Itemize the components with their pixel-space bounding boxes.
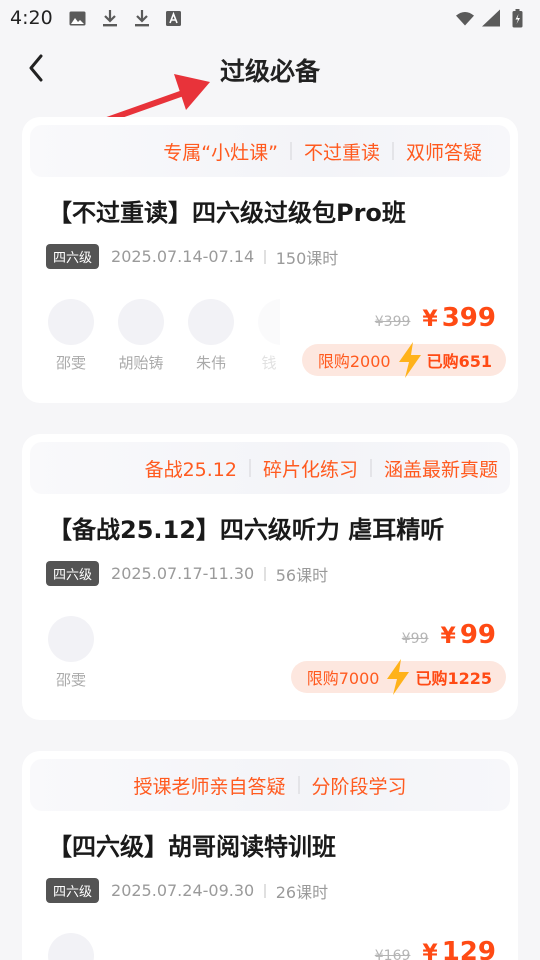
course-title: 【备战25.12】四六级听力 虐耳精听 — [48, 516, 445, 544]
avatar — [118, 299, 164, 345]
price-value: 99 — [459, 620, 496, 650]
notification-icons — [69, 9, 183, 27]
price-row: ¥169 ¥129 — [375, 937, 496, 960]
level-badge: 四六级 — [46, 878, 100, 903]
original-price: ¥169 — [374, 948, 411, 960]
teacher-list — [48, 933, 94, 960]
course-tag: 专属“小灶课” — [163, 141, 278, 164]
level-badge: 四六级 — [46, 244, 100, 269]
price-value: 129 — [441, 937, 496, 960]
course-hours: 26课时 — [275, 882, 329, 902]
course-tag: 备战25.12 — [144, 458, 237, 481]
course-meta: 四六级 2025.07.17-11.30 56课时 — [46, 561, 328, 586]
lightning-icon — [398, 342, 421, 378]
course-tag: 分阶段学习 — [311, 775, 407, 798]
course-tags: 备战25.12 碎片化练习 涵盖最新真题 — [30, 442, 510, 494]
currency-symbol: ¥ — [422, 941, 438, 960]
course-title: 【不过重读】四六级过级包Pro班 — [48, 199, 406, 227]
course-hours: 150课时 — [275, 248, 339, 268]
price: ¥99 — [441, 620, 497, 650]
level-badge: 四六级 — [46, 561, 100, 586]
course-tag: 碎片化练习 — [262, 458, 358, 481]
purchase-status: 限购2000 已购651 — [301, 342, 506, 378]
course-card[interactable]: 专属“小灶课” 不过重读 双师答疑 【不过重读】四六级过级包Pro班 四六级 2… — [22, 117, 518, 403]
battery-icon — [508, 8, 526, 27]
course-meta: 四六级 2025.07.24-09.30 26课时 — [46, 878, 328, 903]
price: ¥399 — [422, 303, 496, 333]
currency-symbol: ¥ — [440, 624, 456, 649]
purchase-limit: 限购2000 — [317, 352, 391, 371]
a-box-icon — [165, 9, 183, 27]
course-dates: 2025.07.14-07.14 — [111, 247, 255, 266]
course-title: 【四六级】胡哥阅读特训班 — [48, 833, 336, 861]
divider — [391, 142, 394, 160]
price: ¥129 — [422, 937, 496, 960]
course-hours: 56课时 — [275, 565, 329, 585]
divider — [264, 566, 266, 581]
price-row: ¥99 ¥99 — [402, 620, 496, 650]
avatar — [48, 933, 94, 960]
signal-icon — [482, 9, 500, 27]
teacher-name: 邵雯 — [55, 354, 86, 372]
wifi-icon — [456, 9, 474, 27]
course-dates: 2025.07.24-09.30 — [111, 881, 255, 900]
original-price: ¥99 — [401, 631, 429, 647]
purchased-count: 已购1225 — [415, 669, 492, 688]
teacher-name: 邵雯 — [55, 671, 86, 689]
divider — [297, 776, 300, 794]
divider — [264, 883, 266, 898]
price-value: 399 — [441, 303, 496, 333]
status-bar: 4:20 — [0, 0, 540, 36]
teacher: 邵雯 — [48, 299, 94, 373]
divider — [369, 459, 372, 477]
course-tag: 授课老师亲自答疑 — [133, 775, 286, 798]
currency-symbol: ¥ — [422, 307, 438, 332]
teacher: 朱伟 — [188, 299, 234, 373]
course-tags: 专属“小灶课” 不过重读 双师答疑 — [30, 125, 510, 177]
original-price: ¥399 — [374, 314, 411, 330]
teacher-name: 胡贻铸 — [118, 354, 164, 372]
teacher-list: 邵雯 胡贻铸 朱伟 钱 — [48, 299, 280, 373]
teacher-name: 朱伟 — [195, 354, 226, 372]
purchase-limit: 限购7000 — [306, 669, 380, 688]
teacher-list: 邵雯 — [48, 616, 94, 690]
divider — [248, 459, 251, 477]
purchased-count: 已购651 — [426, 352, 492, 371]
avatar — [258, 299, 280, 345]
avatar — [48, 299, 94, 345]
image-icon — [69, 9, 87, 27]
teacher-name: 钱 — [261, 354, 277, 372]
divider — [264, 249, 266, 264]
avatar — [48, 616, 94, 662]
price-row: ¥399 ¥399 — [375, 303, 496, 333]
avatar — [188, 299, 234, 345]
system-icons — [456, 8, 526, 27]
course-tag: 涵盖最新真题 — [383, 458, 498, 481]
teacher: 胡贻铸 — [118, 299, 164, 373]
course-dates: 2025.07.17-11.30 — [111, 564, 255, 583]
course-card[interactable]: 备战25.12 碎片化练习 涵盖最新真题 【备战25.12】四六级听力 虐耳精听… — [22, 434, 518, 720]
download-icon — [133, 9, 151, 27]
teacher: 邵雯 — [48, 616, 94, 690]
divider — [289, 142, 292, 160]
course-tags: 授课老师亲自答疑 分阶段学习 — [30, 759, 510, 811]
download-icon — [101, 9, 119, 27]
course-tag: 双师答疑 — [405, 141, 482, 164]
course-card[interactable]: 授课老师亲自答疑 分阶段学习 【四六级】胡哥阅读特训班 四六级 2025.07.… — [22, 751, 518, 960]
course-meta: 四六级 2025.07.14-07.14 150课时 — [46, 244, 338, 269]
purchase-status: 限购7000 已购1225 — [290, 659, 506, 695]
teacher — [48, 933, 94, 960]
course-tag: 不过重读 — [303, 141, 380, 164]
teacher: 钱 — [258, 299, 280, 373]
lightning-icon — [387, 659, 410, 695]
status-time: 4:20 — [10, 7, 53, 29]
